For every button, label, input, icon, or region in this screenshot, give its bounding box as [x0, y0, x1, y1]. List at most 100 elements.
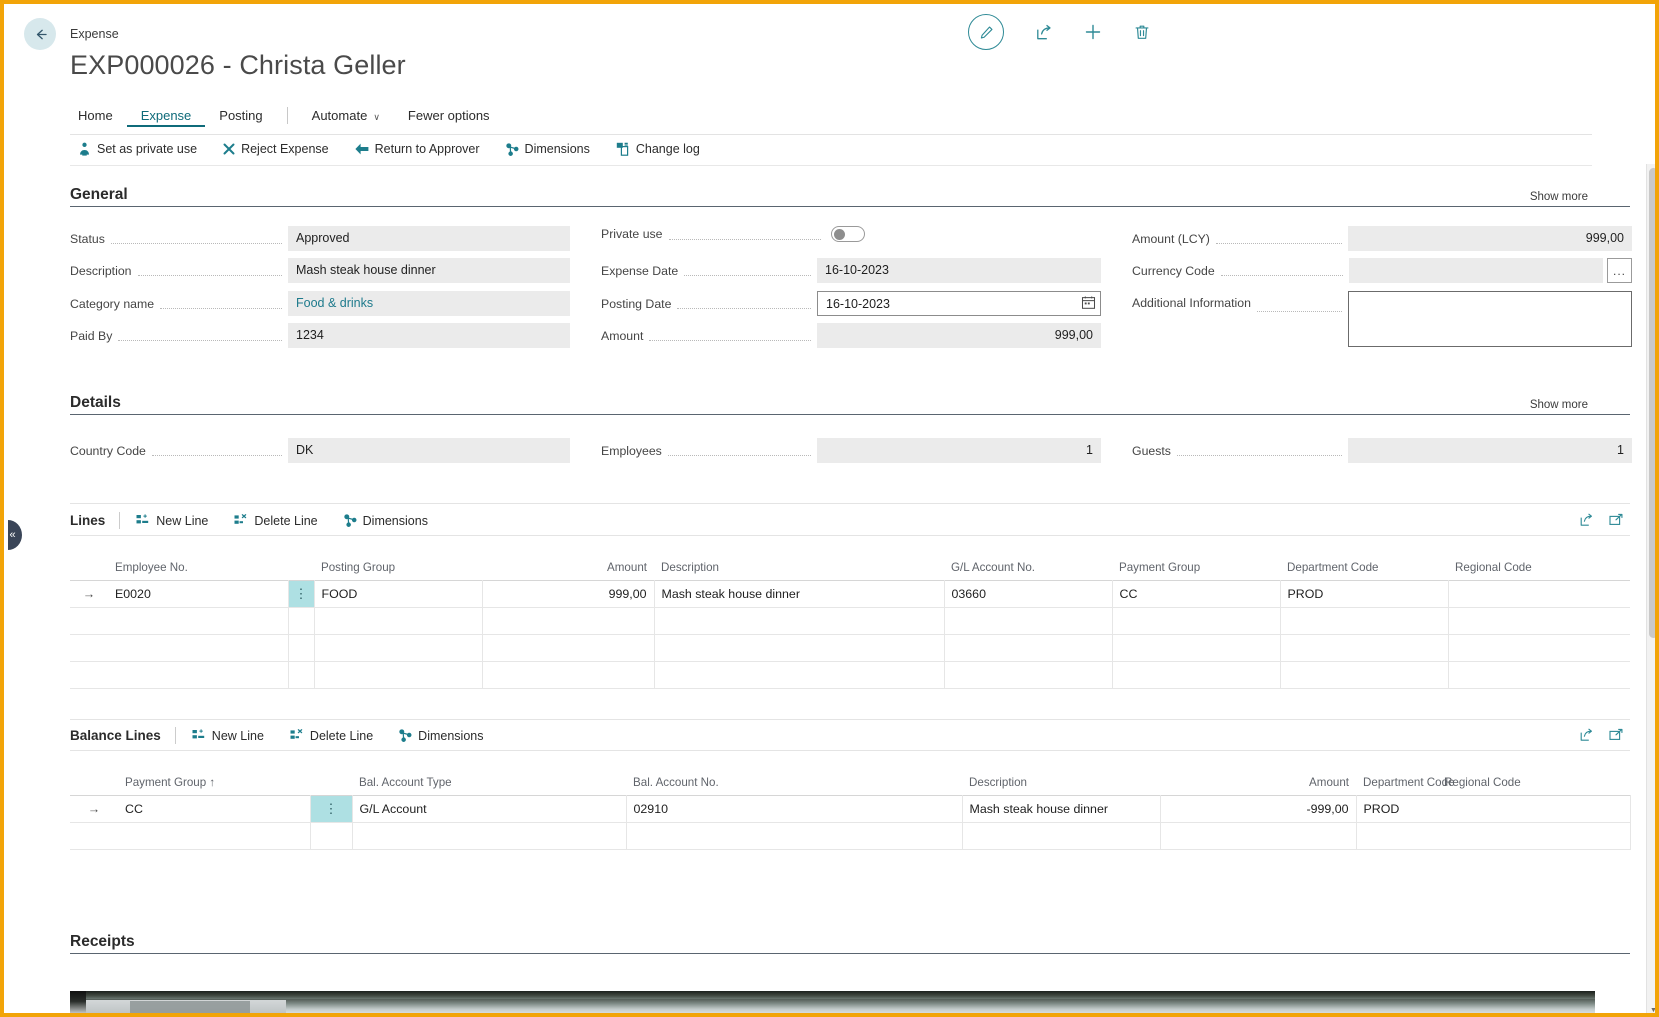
field-description-value[interactable]: Mash steak house dinner: [288, 258, 570, 283]
general-show-more-link[interactable]: Show more: [1508, 191, 1588, 203]
cell-department-code[interactable]: [1280, 634, 1449, 662]
lines-new-line-button[interactable]: New Line: [136, 514, 208, 528]
cell-employee-no[interactable]: E0020: [108, 580, 289, 608]
field-amount-value[interactable]: 999,00: [817, 323, 1101, 348]
plus-icon[interactable]: [1083, 22, 1103, 42]
lines-header-gl-account-no[interactable]: G/L Account No.: [944, 558, 1112, 581]
field-posting-date-value[interactable]: 16-10-2023: [817, 291, 1101, 316]
cell-department-code[interactable]: [1356, 822, 1631, 850]
table-row[interactable]: → CC ⋮ G/L Account 02910 Mash steak hous…: [70, 795, 1631, 823]
share-icon[interactable]: [1578, 727, 1594, 743]
field-expense-date-value[interactable]: 16-10-2023: [817, 258, 1101, 283]
cell-regional-code[interactable]: [1448, 607, 1630, 635]
currency-code-lookup-button[interactable]: ...: [1607, 258, 1632, 283]
cell-description[interactable]: Mash steak house dinner: [654, 580, 945, 608]
cell-bal-account-type[interactable]: G/L Account: [352, 795, 627, 823]
row-menu-icon[interactable]: ⋮: [310, 795, 353, 823]
cell-posting-group[interactable]: [314, 607, 483, 635]
tab-home[interactable]: Home: [70, 104, 127, 127]
field-amount-lcy-value[interactable]: 999,00: [1348, 226, 1632, 251]
balance-header-payment-group[interactable]: Payment Group ↑: [118, 773, 310, 796]
details-show-more-link[interactable]: Show more: [1508, 399, 1588, 411]
field-additional-information-value[interactable]: [1348, 291, 1632, 347]
cell-posting-group[interactable]: FOOD: [314, 580, 483, 608]
cell-department-code[interactable]: PROD: [1280, 580, 1449, 608]
calendar-icon[interactable]: [1081, 295, 1096, 310]
lines-dimensions-button[interactable]: Dimensions: [343, 514, 428, 528]
row-menu-icon[interactable]: [288, 607, 315, 635]
cell-gl-account-no[interactable]: [944, 661, 1113, 689]
scrollbar-thumb[interactable]: [1649, 168, 1655, 638]
balance-lines-delete-line-button[interactable]: Delete Line: [290, 729, 373, 743]
cell-description[interactable]: Mash steak house dinner: [962, 795, 1161, 823]
row-menu-icon[interactable]: [288, 661, 315, 689]
table-row[interactable]: [70, 634, 1630, 662]
cell-amount[interactable]: [1160, 822, 1357, 850]
balance-header-regional-code[interactable]: Regional Code: [1444, 776, 1521, 789]
balance-lines-new-line-button[interactable]: New Line: [192, 729, 264, 743]
cell-bal-account-type[interactable]: [352, 822, 627, 850]
cell-description[interactable]: [654, 661, 945, 689]
cell-payment-group[interactable]: [1112, 634, 1281, 662]
share-icon[interactable]: [1578, 512, 1594, 528]
cell-employee-no[interactable]: [108, 607, 289, 635]
cell-employee-no[interactable]: [108, 661, 289, 689]
cell-department-code[interactable]: [1280, 607, 1449, 635]
lines-header-payment-group[interactable]: Payment Group: [1112, 558, 1280, 581]
cell-regional-code[interactable]: [1448, 580, 1630, 608]
balance-header-amount[interactable]: Amount: [1160, 773, 1356, 796]
tab-posting[interactable]: Posting: [205, 104, 276, 127]
change-log-button[interactable]: Change log: [616, 142, 700, 156]
cell-payment-group[interactable]: [118, 822, 311, 850]
vertical-scrollbar[interactable]: ▲ ▼: [1646, 164, 1655, 1013]
lines-header-employee-no[interactable]: Employee No.: [108, 558, 288, 581]
field-paid-by-value[interactable]: 1234: [288, 323, 570, 348]
field-category-name-value[interactable]: Food & drinks: [288, 291, 570, 316]
balance-header-description[interactable]: Description: [962, 773, 1160, 796]
scroll-down-arrow-icon[interactable]: ▼: [1647, 1004, 1655, 1013]
lines-header-description[interactable]: Description: [654, 558, 944, 581]
private-use-toggle[interactable]: [831, 226, 865, 242]
cell-payment-group[interactable]: [1112, 607, 1281, 635]
cell-posting-group[interactable]: [314, 634, 483, 662]
receipt-photo-preview[interactable]: [70, 991, 1595, 1013]
row-menu-icon[interactable]: [310, 822, 353, 850]
cell-employee-no[interactable]: [108, 634, 289, 662]
lines-header-regional-code[interactable]: Regional Code: [1448, 558, 1630, 581]
table-row[interactable]: → E0020 ⋮ FOOD 999,00 Mash steak house d…: [70, 580, 1630, 608]
lines-delete-line-button[interactable]: Delete Line: [234, 514, 318, 528]
cell-posting-group[interactable]: [314, 661, 483, 689]
table-row[interactable]: [70, 607, 1630, 635]
lines-header-amount[interactable]: Amount: [482, 558, 654, 581]
open-in-new-window-icon[interactable]: [1608, 512, 1624, 528]
cell-bal-account-no[interactable]: 02910: [626, 795, 963, 823]
tab-expense[interactable]: Expense: [126, 104, 206, 127]
cell-regional-code[interactable]: [1448, 634, 1630, 662]
back-arrow-icon[interactable]: [24, 18, 56, 50]
field-country-code-value[interactable]: DK: [288, 438, 570, 463]
field-guests-value[interactable]: 1: [1348, 438, 1632, 463]
row-menu-icon[interactable]: ⋮: [288, 580, 315, 608]
return-to-approver-button[interactable]: Return to Approver: [355, 142, 480, 156]
set-as-private-use-button[interactable]: Set as private use: [78, 142, 197, 156]
cell-payment-group[interactable]: CC: [118, 795, 311, 823]
cell-payment-group[interactable]: [1112, 661, 1281, 689]
left-panel-collapse-handle[interactable]: «: [8, 520, 22, 550]
edit-icon[interactable]: [968, 14, 1004, 50]
share-icon[interactable]: [1034, 23, 1053, 42]
cell-payment-group[interactable]: CC: [1112, 580, 1281, 608]
dimensions-button[interactable]: Dimensions: [505, 142, 590, 156]
balance-header-bal-account-type[interactable]: Bal. Account Type: [352, 773, 626, 796]
cell-description[interactable]: [654, 607, 945, 635]
row-menu-icon[interactable]: [288, 634, 315, 662]
cell-amount[interactable]: -999,00: [1160, 795, 1357, 823]
tab-automate[interactable]: Automate ∨: [298, 104, 394, 127]
field-status-value[interactable]: Approved: [288, 226, 570, 251]
reject-expense-button[interactable]: Reject Expense: [223, 142, 329, 156]
cell-department-code[interactable]: [1280, 661, 1449, 689]
cell-gl-account-no[interactable]: [944, 634, 1113, 662]
cell-amount[interactable]: [482, 634, 655, 662]
cell-gl-account-no[interactable]: 03660: [944, 580, 1113, 608]
field-currency-code-value[interactable]: [1349, 258, 1603, 283]
cell-description[interactable]: [654, 634, 945, 662]
